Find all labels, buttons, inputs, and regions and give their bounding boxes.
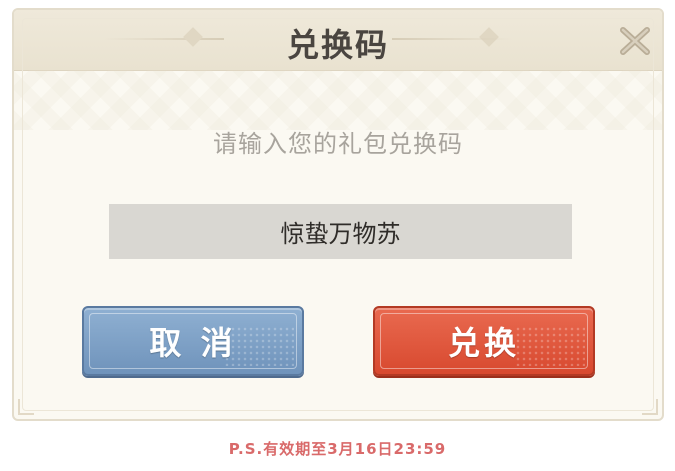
cancel-button[interactable]: 取 消 — [82, 306, 304, 376]
redeem-dialog: 兑换码 请输入您的礼包兑换码 取 消 兑换 — [12, 8, 664, 421]
close-icon — [620, 27, 650, 55]
close-button[interactable] — [618, 24, 652, 58]
title-ornament-line-right — [392, 38, 512, 40]
expiry-note: P.S.有效期至3月16日23:59 — [228, 440, 447, 458]
dialog-title: 兑换码 — [286, 26, 389, 64]
dialog-header: 兑换码 — [14, 10, 662, 71]
redeem-code-input[interactable] — [109, 204, 572, 259]
redeem-code-screen: 兑换码 请输入您的礼包兑换码 取 消 兑换 P.S.有效期至3月 — [0, 0, 675, 471]
corner-ornament-bottom-right — [642, 399, 658, 415]
corner-ornament-bottom-left — [18, 399, 34, 415]
redeem-button[interactable]: 兑换 — [373, 306, 595, 376]
cancel-button-label: 取 消 — [149, 324, 237, 362]
decorative-background-pattern — [14, 70, 662, 130]
redeem-button-label: 兑换 — [447, 324, 520, 362]
redeem-prompt-label: 请输入您的礼包兑换码 — [213, 130, 463, 158]
